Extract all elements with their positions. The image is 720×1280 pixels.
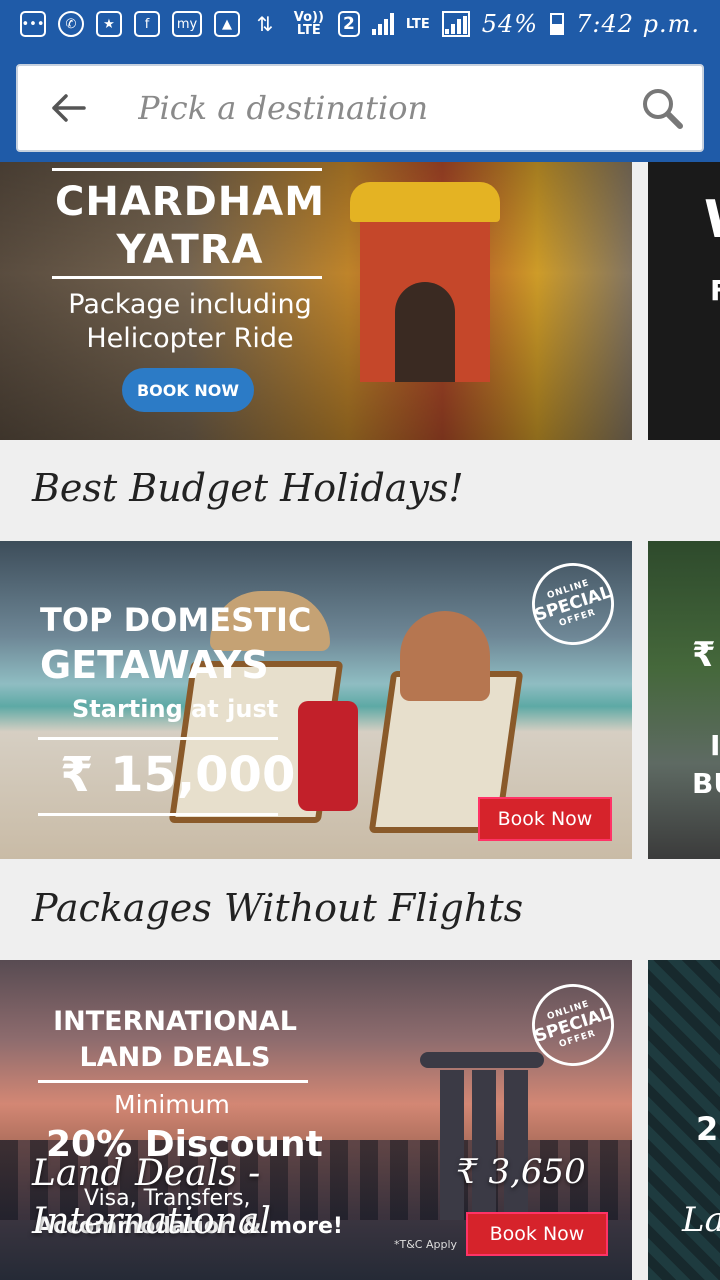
signal-icon bbox=[371, 13, 394, 35]
peek-text: W bbox=[704, 190, 720, 250]
search-bar bbox=[16, 64, 704, 152]
sync-icon: ⇅ bbox=[256, 12, 274, 36]
domestic-getaways-banner[interactable]: TOP DOMESTIC GETAWAYS Starting at just ₹… bbox=[0, 541, 632, 859]
lte-indicator: LTE bbox=[405, 16, 430, 32]
land-deals-banner[interactable]: INTERNATIONAL LAND DEALS Minimum 20% Dis… bbox=[0, 960, 632, 1280]
banner-title-line2: GETAWAYS bbox=[40, 643, 269, 687]
tower-illustration bbox=[504, 1070, 528, 1220]
red-bag-illustration bbox=[298, 701, 358, 811]
peek-text: BU bbox=[692, 767, 720, 800]
banner-title-line1: TOP DOMESTIC bbox=[40, 601, 312, 639]
temple-door-illustration bbox=[395, 282, 455, 382]
peek-text: 2 bbox=[696, 1110, 719, 1148]
next-banner-peek[interactable]: ₹ I BU bbox=[648, 541, 720, 859]
system-indicators: Vo)) LTE 2 LTE 54% 7:42 p.m. bbox=[292, 10, 700, 38]
sim-indicator: 2 bbox=[337, 11, 360, 37]
package-name: Land Deals - International bbox=[32, 1150, 271, 1246]
package-name-line2: International bbox=[32, 1201, 271, 1242]
back-arrow-icon bbox=[52, 94, 86, 122]
section-title-packages: Packages Without Flights bbox=[32, 886, 524, 930]
search-icon bbox=[643, 89, 683, 129]
back-button[interactable] bbox=[18, 66, 118, 150]
tower-illustration bbox=[440, 1070, 464, 1220]
section-title-budget: Best Budget Holidays! bbox=[32, 466, 464, 510]
chat-icon: ••• bbox=[20, 11, 46, 37]
special-offer-badge: ONLINE SPECIAL OFFER bbox=[521, 552, 625, 656]
divider bbox=[38, 813, 278, 816]
tower-illustration bbox=[472, 1070, 496, 1220]
chardham-yatra-banner[interactable]: CHARDHAM YATRA Package including Helicop… bbox=[0, 162, 632, 440]
my-app-icon: my bbox=[172, 11, 202, 37]
status-bar: ••• ✆ ★ f my ▲ ⇅ Vo)) LTE 2 LTE 54% 7:42… bbox=[0, 0, 720, 48]
book-now-button[interactable]: Book Now bbox=[478, 797, 612, 841]
battery-icon bbox=[550, 13, 565, 35]
clock: 7:42 p.m. bbox=[576, 10, 700, 38]
divider bbox=[38, 737, 278, 740]
banner-title-line1: INTERNATIONAL bbox=[53, 1006, 297, 1037]
divider bbox=[38, 1080, 308, 1083]
peek-text: La bbox=[682, 1200, 720, 1240]
peek-text: F bbox=[710, 274, 720, 307]
divider bbox=[52, 276, 322, 279]
next-banner-peek[interactable]: 2 La bbox=[648, 960, 720, 1280]
notification-icons: ••• ✆ ★ f my ▲ ⇅ bbox=[20, 11, 278, 37]
banner-subtitle: Minimum bbox=[114, 1090, 230, 1119]
divider bbox=[52, 168, 322, 171]
badge-icon: ★ bbox=[96, 11, 122, 37]
search-button[interactable] bbox=[622, 66, 702, 150]
starting-price: ₹ 15,000 bbox=[60, 747, 296, 803]
next-banner-peek[interactable]: W F bbox=[648, 162, 720, 440]
banner-title-line1: CHARDHAM bbox=[54, 179, 326, 225]
facebook-icon: f bbox=[134, 11, 160, 37]
battery-percent: 54% bbox=[481, 10, 539, 38]
signal-2-icon bbox=[441, 11, 470, 37]
skypark-illustration bbox=[420, 1052, 544, 1068]
banner-title-line2: LAND DEALS bbox=[79, 1042, 271, 1073]
book-now-button[interactable]: Book Now bbox=[466, 1212, 608, 1256]
banner-subtitle-line1: Package including bbox=[68, 289, 312, 320]
banner-title-line2: YATRA bbox=[116, 227, 264, 273]
image-icon: ▲ bbox=[214, 11, 240, 37]
app-header bbox=[0, 48, 720, 162]
peek-text: I bbox=[710, 729, 720, 762]
terms-text: *T&C Apply bbox=[394, 1238, 458, 1251]
package-name-line1: Land Deals - bbox=[32, 1153, 261, 1194]
destination-search-input[interactable] bbox=[118, 78, 622, 138]
person-illustration bbox=[400, 611, 490, 701]
banner-subtitle-line2: Helicopter Ride bbox=[86, 323, 294, 354]
volte-indicator: Vo)) LTE bbox=[293, 10, 324, 38]
package-price: ₹ 3,650 bbox=[456, 1152, 586, 1192]
book-now-button[interactable]: BOOK NOW bbox=[122, 368, 254, 412]
banner-subtitle: Starting at just bbox=[72, 695, 279, 723]
peek-text: ₹ bbox=[692, 635, 716, 675]
whatsapp-icon: ✆ bbox=[58, 11, 84, 37]
